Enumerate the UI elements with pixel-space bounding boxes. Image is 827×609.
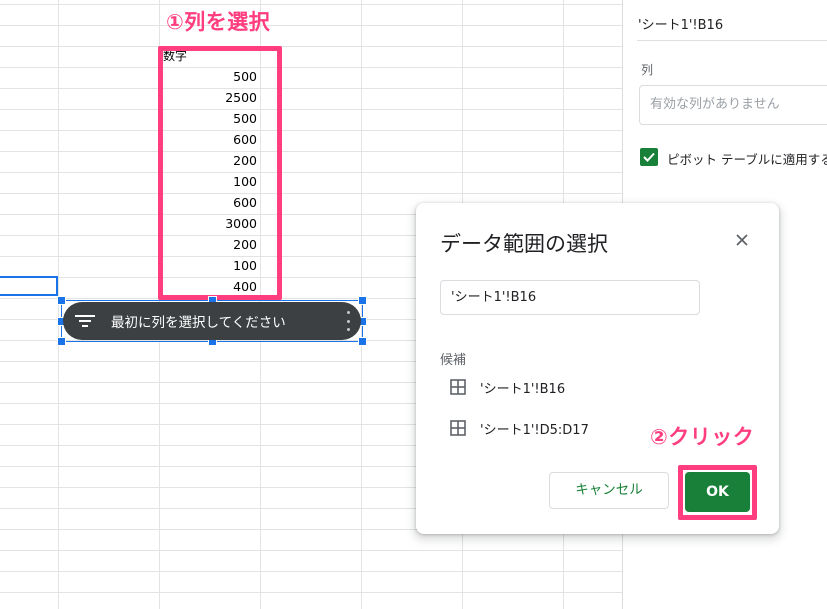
data-range-dialog: データ範囲の選択 'シート1'!B16 候補 'シート1'!B16 'シート1'… [416, 203, 779, 534]
slicer-chip[interactable]: 最初に列を選択してください [63, 302, 361, 340]
candidate-label: 'シート1'!B16 [480, 381, 566, 397]
panel-data-range[interactable]: 'シート1'!B16 [638, 14, 723, 33]
cancel-button[interactable]: キャンセル [549, 472, 669, 509]
close-icon[interactable] [731, 229, 753, 251]
panel-column-select[interactable]: 有効な列がありません [639, 85, 827, 125]
annotation-step1: ①列を選択 [166, 10, 271, 34]
dialog-title: データ範囲の選択 [440, 232, 608, 256]
active-cell[interactable] [0, 276, 58, 296]
pivot-apply-label: ピボット テーブルに適用する [667, 152, 827, 167]
resize-handle[interactable] [57, 296, 66, 305]
annotation-step2: ②クリック [650, 425, 755, 449]
panel-divider [637, 40, 827, 41]
more-vert-icon[interactable] [345, 311, 351, 331]
resize-handle[interactable] [358, 296, 367, 305]
column-highlight-box [158, 46, 282, 300]
candidate-item[interactable]: 'シート1'!B16 [450, 376, 565, 398]
resize-handle[interactable] [358, 337, 367, 346]
range-input[interactable]: 'シート1'!B16 [440, 280, 700, 315]
filter-icon [75, 315, 95, 327]
grid-icon [450, 420, 466, 436]
slicer-chip-label: 最初に列を選択してください [111, 315, 286, 331]
candidate-label: 'シート1'!D5:D17 [480, 422, 589, 438]
candidates-label: 候補 [440, 353, 467, 368]
grid-icon [450, 379, 466, 395]
resize-handle[interactable] [57, 337, 66, 346]
pivot-apply-checkbox[interactable] [640, 148, 658, 166]
check-icon [643, 152, 655, 162]
ok-button[interactable]: OK [685, 472, 750, 512]
panel-column-label: 列 [641, 63, 654, 77]
candidate-item[interactable]: 'シート1'!D5:D17 [450, 417, 589, 439]
